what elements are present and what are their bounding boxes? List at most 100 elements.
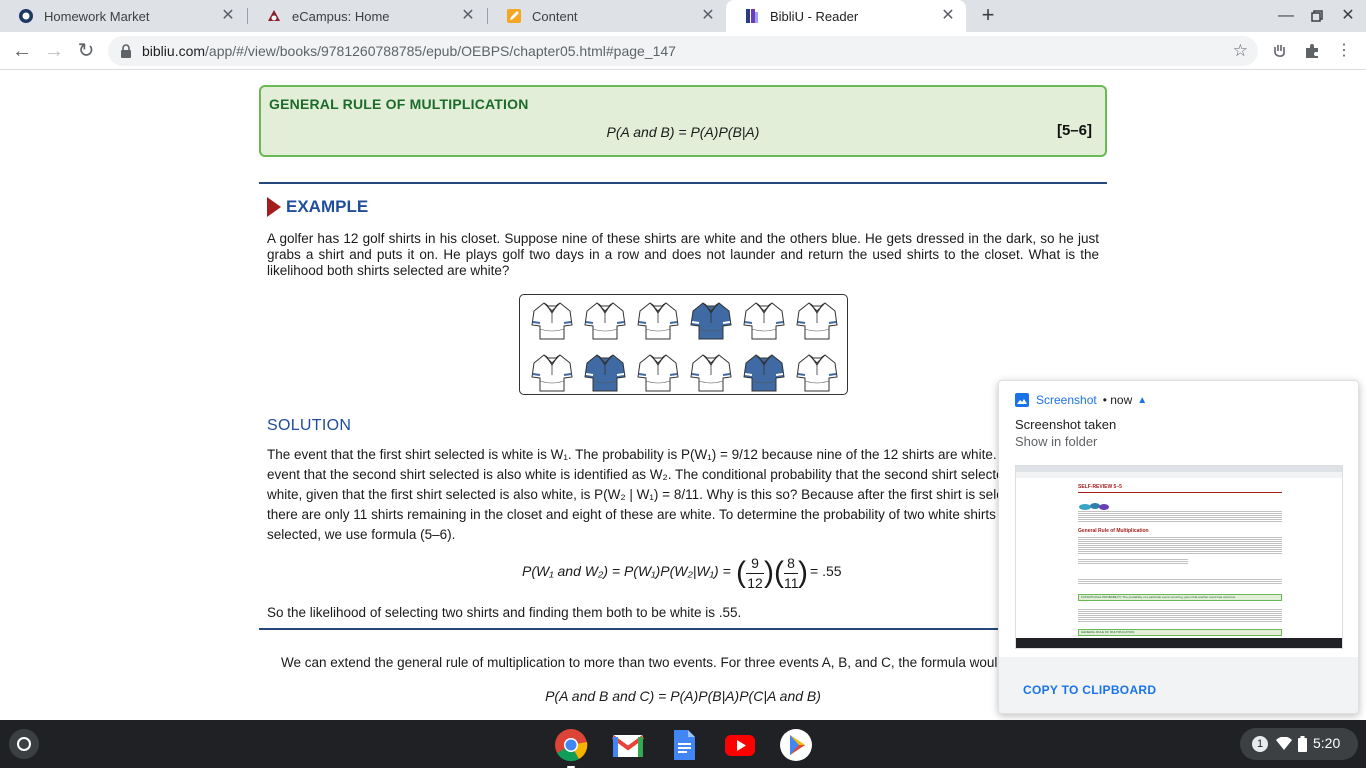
restore-icon[interactable] (1307, 6, 1327, 26)
forward-arrow-icon[interactable]: → (42, 39, 66, 63)
notification-header: Screenshot • now ▲ (1015, 393, 1147, 407)
close-icon[interactable]: ✕ (940, 8, 956, 24)
thumb-rule (1078, 492, 1282, 493)
wifi-icon (1276, 736, 1292, 754)
bibliu-icon (744, 8, 760, 24)
three-event-formula-text: P(A and B and C) = P(A)P(B|A)P(C|A and B… (545, 688, 821, 704)
tab-homework-market[interactable]: Homework Market ✕ (0, 0, 246, 32)
notification-count-badge: 1 (1252, 736, 1268, 752)
thumb-text (1078, 578, 1282, 584)
shirts-illustration (519, 294, 848, 395)
white-shirt-icon (583, 299, 627, 341)
clock-time: 5:20 (1313, 735, 1341, 751)
screenshot-notification[interactable]: Screenshot • now ▲ Screenshot taken Show… (998, 380, 1359, 714)
extend-text: We can extend the general rule of multip… (281, 655, 1001, 670)
lock-icon (120, 44, 132, 58)
thumb-text (1078, 608, 1282, 622)
fraction-bar (784, 573, 798, 574)
paren-close: ) (798, 556, 808, 589)
status-tray[interactable]: 1 5:20 (1240, 728, 1358, 760)
chrome-icon[interactable] (554, 728, 588, 768)
tab-title: eCampus: Home (292, 8, 390, 24)
notification-title: Screenshot taken (1015, 417, 1117, 432)
window-close-icon[interactable]: ✕ (1338, 6, 1358, 26)
copy-to-clipboard-button[interactable]: COPY TO CLIPBOARD (1023, 683, 1156, 697)
white-shirt-icon (689, 351, 733, 393)
example-heading: EXAMPLE (267, 197, 368, 217)
thumb-text (1078, 510, 1282, 522)
extension-hand-icon[interactable] (1269, 40, 1291, 62)
fraction-2-num: 8 (787, 555, 795, 571)
play-store-icon[interactable] (779, 728, 813, 762)
google-docs-icon[interactable] (667, 728, 701, 762)
fraction-1-den: 12 (747, 575, 763, 591)
thumb-box: CONDITIONAL PROBABILITY The probability … (1078, 594, 1282, 601)
show-in-folder-link[interactable]: Show in folder (1015, 434, 1097, 449)
paren-open: ( (736, 556, 746, 589)
tab-bibliu-reader[interactable]: BibliU - Reader ✕ (726, 0, 966, 32)
fraction-1-num: 9 (751, 555, 759, 571)
white-shirt-icon (795, 299, 839, 341)
notification-footer: COPY TO CLIPBOARD (999, 657, 1358, 713)
example-title: EXAMPLE (286, 197, 369, 216)
notification-time: • now (1102, 393, 1133, 407)
white-shirt-icon (636, 351, 680, 393)
rule-formula: P(A and B) = P(A)P(B|A) (261, 124, 1105, 140)
formula-number: [5–6] (1056, 122, 1092, 139)
thumb-tires (1078, 498, 1110, 510)
ecampus-icon (266, 8, 282, 24)
pencil-icon (506, 8, 522, 24)
bookmark-star-icon[interactable]: ☆ (1233, 41, 1248, 61)
launcher-icon[interactable] (8, 728, 40, 760)
homework-market-icon (18, 8, 34, 24)
solution-heading: SOLUTION (267, 417, 352, 434)
paren-open: ( (774, 556, 784, 589)
image-icon (1015, 393, 1029, 407)
paren-close: ) (764, 556, 774, 589)
close-icon[interactable]: ✕ (700, 8, 716, 24)
tab-ecampus[interactable]: eCampus: Home ✕ (248, 0, 486, 32)
play-triangle-icon (267, 197, 281, 217)
solution-line: The event that the first shirt selected … (267, 447, 1024, 462)
back-arrow-icon[interactable]: ← (10, 39, 34, 63)
youtube-icon[interactable] (723, 728, 757, 762)
close-icon[interactable]: ✕ (220, 8, 236, 24)
url-host: bibliu.com (142, 43, 206, 59)
extensions-puzzle-icon[interactable] (1301, 40, 1323, 62)
solution-text: The event that the first shirt selected … (267, 445, 1099, 545)
new-tab-button[interactable]: + (976, 4, 1000, 28)
notification-app: Screenshot (1036, 393, 1097, 407)
rule-box: GENERAL RULE OF MULTIPLICATION P(A and B… (259, 85, 1107, 157)
tab-title: Content (532, 8, 578, 24)
chevron-up-icon[interactable]: ▲ (1137, 395, 1147, 406)
section-divider (259, 182, 1107, 184)
gmail-icon[interactable] (611, 728, 645, 762)
equation-lhs: P(W₁ and W₂) = P(W₁)P(W₂|W₁) = (522, 563, 731, 579)
close-icon[interactable]: ✕ (460, 8, 476, 24)
solution-line: white, given that the first shirt select… (267, 487, 1033, 502)
tab-content[interactable]: Content ✕ (488, 0, 726, 32)
white-shirt-icon (795, 351, 839, 393)
white-shirt-icon (530, 299, 574, 341)
white-shirt-icon (742, 299, 786, 341)
blue-shirt-icon (742, 351, 786, 393)
blue-shirt-icon (689, 299, 733, 341)
thumb-text (1078, 558, 1188, 564)
tab-title: Homework Market (44, 8, 150, 24)
more-vert-icon[interactable]: ⋮ (1333, 40, 1355, 62)
solution-equation: P(W₁ and W₂) = P(W₁)P(W₂|W₁) = ( 9 12 ) … (522, 555, 852, 595)
thumb-heading: SELF-REVIEW 5–5 (1078, 484, 1122, 490)
fraction-bar (746, 573, 764, 574)
example-text: A golfer has 12 golf shirts in his close… (267, 231, 1099, 278)
address-bar[interactable]: bibliu.com/app/#/view/books/978126078878… (108, 36, 1258, 66)
reload-icon[interactable]: ↻ (74, 39, 98, 63)
thumb-box: GENERAL RULE OF MULTIPLICATION (1078, 629, 1282, 636)
tab-strip: Homework Market ✕ eCampus: Home ✕ Conten… (0, 0, 1366, 32)
tab-title: BibliU - Reader (770, 8, 859, 24)
thumb-text (1078, 536, 1282, 554)
rule-title: GENERAL RULE OF MULTIPLICATION (269, 96, 529, 112)
minimize-icon[interactable]: — (1276, 6, 1296, 26)
solution-line: selected, we use formula (5–6). (267, 527, 456, 542)
solution-line: there are only 11 shirts remaining in th… (267, 507, 1033, 522)
screenshot-thumbnail[interactable]: SELF-REVIEW 5–5 General Rule of Multipli… (1015, 465, 1343, 649)
